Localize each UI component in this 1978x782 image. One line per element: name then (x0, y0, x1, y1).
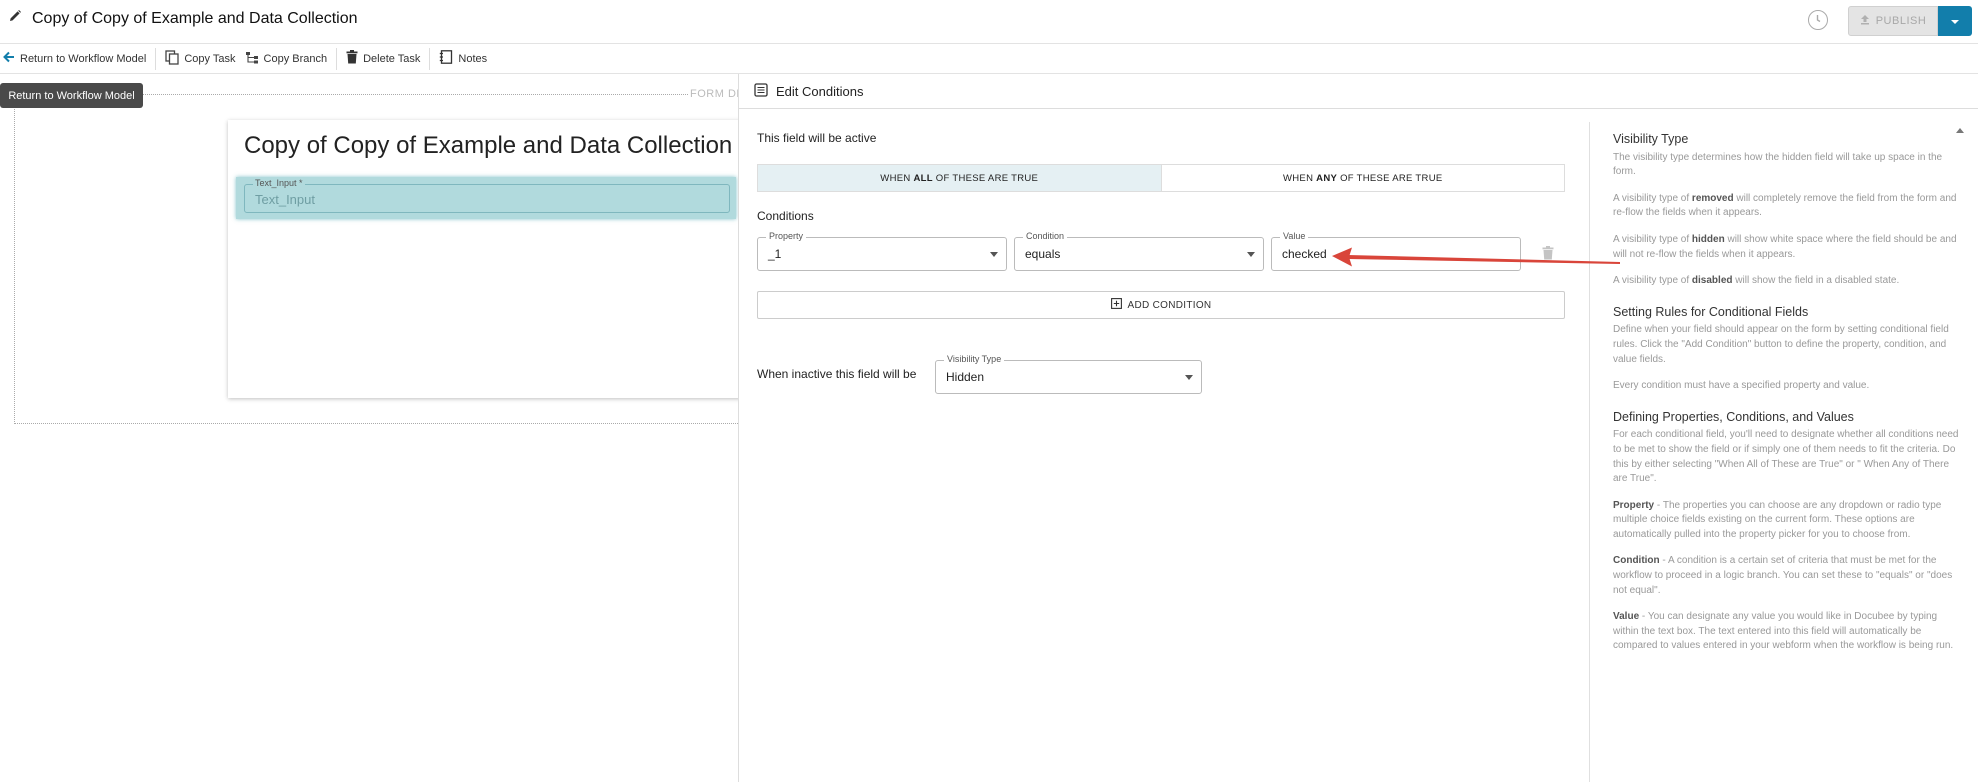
dropdown-arrow-icon (990, 252, 998, 257)
notes-button[interactable]: Notes (430, 49, 496, 69)
list-icon (754, 82, 768, 100)
when-any-true-option[interactable]: WHEN ANY OF THESE ARE TRUE (1162, 165, 1565, 191)
edit-conditions-title: Edit Conditions (776, 83, 864, 99)
copy-branch-button[interactable]: Copy Branch (245, 49, 337, 69)
match-mode-toggle: WHEN ALL OF THESE ARE TRUE WHEN ANY OF T… (757, 164, 1565, 192)
active-label: This field will be active (757, 131, 877, 145)
help-removed-text: A visibility type of removed will comple… (1613, 192, 1965, 221)
text-input-placeholder: Text_Input (255, 192, 315, 207)
page-title[interactable]: Copy of Copy of Example and Data Collect… (32, 10, 358, 28)
help-condition-text: Condition - A condition is a certain set… (1613, 554, 1965, 598)
visibility-type-select[interactable]: Visibility Type Hidden (935, 354, 1202, 394)
publish-options-button[interactable] (1938, 6, 1972, 36)
edit-conditions-header: Edit Conditions (739, 74, 1978, 109)
delete-task-button[interactable]: Delete Task (337, 49, 429, 69)
help-visibility-intro: The visibility type determines how the h… (1613, 151, 1943, 178)
help-property-term: Property (1613, 499, 1655, 511)
help-value-text: Value - You can designate any value you … (1613, 610, 1965, 654)
help-content: Visibility Type The visibility type dete… (1613, 132, 1965, 666)
copy-task-button[interactable]: Copy Task (156, 49, 244, 69)
notes-label: Notes (458, 52, 488, 65)
copy-branch-label: Copy Branch (263, 52, 328, 65)
help-hidden-text: A visibility type of hidden will show wh… (1613, 233, 1965, 262)
return-label: Return to Workflow Model (20, 52, 147, 65)
condition-value: equals (1025, 247, 1061, 261)
return-tooltip: Return to Workflow Model (0, 83, 143, 108)
branch-icon (245, 51, 259, 67)
text-input-label: Text_Input * (253, 178, 305, 188)
help-hidden-pre: A visibility type of (1613, 233, 1692, 245)
when-any-bold: ANY (1316, 172, 1338, 184)
property-value: _1 (768, 247, 782, 261)
visibility-type-label: Visibility Type (944, 354, 1005, 364)
help-rules-text: Define when your field should appear on … (1613, 324, 1949, 365)
form-preview-card: Copy of Copy of Example and Data Collect… (228, 120, 748, 398)
publish-label: PUBLISH (1875, 15, 1927, 27)
inactive-label: When inactive this field will be (757, 367, 917, 381)
help-value-term: Value (1613, 611, 1640, 623)
help-sidebar[interactable]: Visibility Type The visibility type dete… (1589, 122, 1978, 782)
value-text: checked (1282, 247, 1327, 261)
property-label: Property (766, 231, 807, 241)
help-property-text: Property - The properties you can choose… (1613, 499, 1965, 543)
title-row: Copy of Copy of Example and Data Collect… (8, 9, 358, 28)
help-hidden-term: hidden (1691, 233, 1725, 245)
when-all-prefix: WHEN (880, 172, 914, 184)
trash-icon (346, 50, 358, 67)
help-visibility-title: Visibility Type (1613, 132, 1689, 146)
help-removed-pre: A visibility type of (1613, 192, 1692, 204)
help-defining-text: For each conditional field, you'll need … (1613, 429, 1959, 485)
add-condition-label: ADD CONDITION (1127, 299, 1212, 311)
delete-task-label: Delete Task (363, 52, 421, 65)
help-value-desc: - You can designate any value you would … (1613, 611, 1954, 652)
help-defining-title: Defining Properties, Conditions, and Val… (1613, 409, 1854, 424)
condition-select[interactable]: Condition equals (1014, 231, 1264, 271)
notebook-icon (439, 50, 453, 67)
text-input-field[interactable]: Text_Input * Text_Input (244, 178, 730, 213)
form-canvas-top-border (143, 94, 688, 95)
help-disabled-term: disabled (1691, 275, 1733, 287)
toolbar: Return to Workflow Model Copy Task Copy … (0, 44, 1978, 74)
form-designer-label: FORM DE (690, 88, 745, 100)
plus-box-icon (1110, 298, 1122, 312)
scroll-up-arrow-icon[interactable] (1956, 128, 1964, 133)
copy-task-label: Copy Task (184, 52, 236, 65)
when-all-bold: ALL (913, 172, 933, 184)
return-to-workflow-button[interactable]: Return to Workflow Model (0, 49, 155, 69)
when-any-prefix: WHEN (1283, 172, 1317, 184)
form-title: Copy of Copy of Example and Data Collect… (244, 132, 733, 159)
condition-label: Condition (1023, 231, 1068, 241)
help-disabled-text: A visibility type of disabled will show … (1613, 274, 1965, 289)
annotation-arrow-icon (1332, 247, 1620, 267)
when-all-true-option[interactable]: WHEN ALL OF THESE ARE TRUE (758, 165, 1162, 191)
help-disabled-pre: A visibility type of (1613, 275, 1692, 287)
help-rules-title: Setting Rules for Conditional Fields (1613, 304, 1809, 319)
help-property-desc: - The properties you can choose are any … (1613, 499, 1942, 540)
copy-icon (165, 49, 180, 68)
dropdown-arrow-icon (1185, 375, 1193, 380)
dropdown-arrow-icon (1247, 252, 1255, 257)
when-any-suffix: OF THESE ARE TRUE (1337, 172, 1443, 184)
property-select[interactable]: Property _1 (757, 231, 1007, 271)
help-condition-term: Condition (1613, 555, 1660, 567)
history-icon[interactable] (1808, 10, 1828, 30)
pencil-icon[interactable] (8, 9, 22, 28)
help-removed-term: removed (1691, 192, 1734, 204)
caret-down-icon (1950, 12, 1960, 30)
when-all-suffix: OF THESE ARE TRUE (932, 172, 1039, 184)
upload-icon (1860, 14, 1870, 28)
conditions-heading: Conditions (757, 209, 814, 223)
visibility-type-value: Hidden (946, 370, 985, 384)
help-disabled-post: will show the field in a disabled state. (1732, 275, 1900, 287)
value-label: Value (1280, 231, 1309, 241)
help-rules-note: Every condition must have a specified pr… (1613, 380, 1870, 392)
app-header: Copy of Copy of Example and Data Collect… (0, 0, 1978, 44)
arrow-left-icon (3, 51, 15, 66)
publish-button[interactable]: PUBLISH (1848, 6, 1938, 36)
help-condition-desc: - A condition is a certain set of criter… (1613, 555, 1953, 596)
add-condition-button[interactable]: ADD CONDITION (757, 291, 1565, 319)
